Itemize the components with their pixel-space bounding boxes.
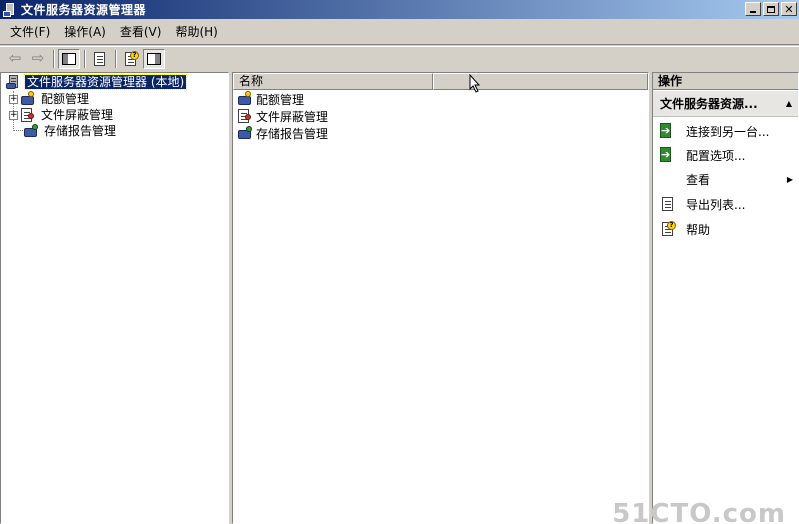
file-screening-icon: [20, 107, 36, 123]
collapse-icon[interactable]: ▲: [786, 91, 792, 117]
action-label: 帮助: [686, 222, 711, 237]
console-tree[interactable]: 文件服务器资源管理器 (本地) + 配额管理 + 文件屏蔽管理 存储报告管理: [0, 72, 229, 524]
list-item-label: 存储报告管理: [256, 126, 329, 141]
toolbar-separator: [84, 49, 86, 68]
tree-line: [13, 130, 23, 131]
close-button[interactable]: ✕: [781, 2, 797, 16]
forward-icon: ⇨: [31, 49, 45, 67]
tree-item-label: 配额管理: [41, 92, 90, 106]
toolbar-separator: [53, 49, 55, 68]
list-item-label: 配额管理: [256, 92, 305, 107]
list-item[interactable]: 配额管理: [237, 91, 304, 107]
restore-icon: [767, 5, 775, 13]
show-hide-tree-button[interactable]: [58, 48, 80, 69]
expand-icon[interactable]: +: [9, 110, 18, 120]
restore-button[interactable]: [763, 2, 779, 16]
help-button[interactable]: ?: [120, 49, 142, 69]
tree-item-storage-reports[interactable]: 存储报告管理: [23, 123, 118, 139]
window-title: 文件服务器资源管理器: [21, 3, 147, 17]
server-icon: [6, 74, 22, 90]
menu-view[interactable]: 查看(V): [114, 22, 168, 42]
action-section-label: 文件服务器资源...: [660, 97, 758, 111]
storage-report-icon: [237, 125, 253, 141]
forward-button[interactable]: ⇨: [27, 49, 49, 69]
submenu-arrow-icon: ▶: [786, 174, 793, 184]
export-list-icon: [92, 51, 108, 67]
show-hide-action-pane-button[interactable]: [143, 48, 165, 69]
action-view[interactable]: 查看 ▶: [653, 169, 798, 189]
list-item[interactable]: 存储报告管理: [237, 125, 328, 141]
back-button[interactable]: ⇦: [4, 49, 26, 69]
quota-icon: [20, 91, 36, 107]
action-label: 连接到另一台...: [686, 124, 770, 139]
quota-icon: [237, 91, 253, 107]
column-header-name[interactable]: 名称: [233, 73, 433, 90]
column-header-empty[interactable]: [433, 73, 648, 90]
tree-item-file-screening[interactable]: + 文件屏蔽管理: [9, 107, 115, 123]
tree-item-label: 存储报告管理: [44, 124, 117, 138]
close-icon: ✕: [784, 2, 794, 16]
storage-report-icon: [23, 123, 39, 139]
list-item-label: 文件屏蔽管理: [256, 109, 329, 124]
menu-file[interactable]: 文件(F): [4, 22, 56, 42]
action-section-header[interactable]: 文件服务器资源... ▲: [653, 91, 798, 117]
help-icon: ?: [660, 221, 676, 237]
list-header: 名称: [233, 73, 648, 90]
list-item[interactable]: 文件屏蔽管理: [237, 108, 328, 124]
tree-item-quota[interactable]: + 配额管理: [9, 91, 91, 107]
menu-action[interactable]: 操作(A): [58, 22, 112, 42]
tree-item-label: 文件服务器资源管理器 (本地): [23, 74, 188, 90]
tree-item-label: 文件屏蔽管理: [41, 108, 114, 122]
action-label: 查看: [686, 172, 711, 187]
watermark: 51CTO.com: [612, 499, 786, 524]
file-screening-icon: [237, 108, 253, 124]
title-bar: 文件服务器资源管理器 ✕: [0, 0, 799, 19]
tree-item-root[interactable]: 文件服务器资源管理器 (本地): [6, 74, 188, 90]
menu-help[interactable]: 帮助(H): [169, 22, 223, 42]
help-icon: ?: [123, 50, 139, 67]
action-label: 导出列表...: [686, 197, 746, 212]
server-icon: [3, 2, 17, 17]
export-list-button[interactable]: [89, 49, 111, 69]
view-placeholder-icon: [660, 171, 676, 187]
expand-icon[interactable]: +: [9, 94, 18, 104]
menu-bar: 文件(F) 操作(A) 查看(V) 帮助(H): [0, 19, 799, 45]
configure-arrow-icon: ➔: [660, 147, 672, 162]
minimize-button[interactable]: [745, 2, 761, 16]
show-hide-tree-icon: [62, 52, 76, 65]
result-list[interactable]: 名称 配额管理 文件屏蔽管理 存储报告管理: [232, 72, 649, 524]
toolbar: ⇦ ⇨ ?: [0, 46, 799, 70]
export-list-icon: [660, 196, 676, 212]
action-export-list[interactable]: 导出列表...: [653, 194, 798, 214]
back-icon: ⇦: [8, 49, 22, 67]
action-label: 配置选项...: [686, 148, 746, 163]
toolbar-separator: [115, 49, 117, 68]
action-pane-header: 操作: [653, 73, 798, 90]
action-help[interactable]: ? 帮助: [653, 219, 798, 239]
action-configure-options[interactable]: ➔ 配置选项...: [653, 145, 798, 165]
action-pane: 操作 文件服务器资源... ▲ ➔ 连接到另一台... ➔ 配置选项... 查看…: [612, 72, 799, 524]
minimize-icon: [750, 11, 756, 13]
mouse-cursor-icon: [469, 74, 481, 93]
connect-arrow-icon: ➔: [660, 123, 672, 138]
action-connect-another[interactable]: ➔ 连接到另一台...: [653, 121, 798, 141]
show-hide-action-pane-icon: [147, 52, 161, 65]
